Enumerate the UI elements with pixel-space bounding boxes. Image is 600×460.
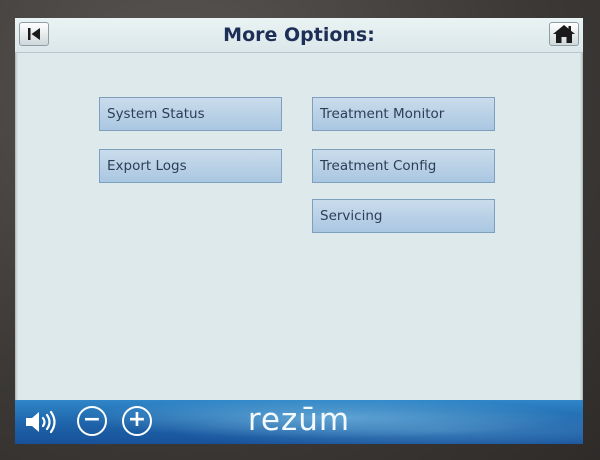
header-bar: More Options:: [15, 18, 583, 53]
brand-logo: rezūm: [247, 402, 351, 438]
system-status-button[interactable]: System Status: [99, 97, 282, 131]
footer-bar: − + rezūm: [15, 400, 583, 444]
touch-screen: More Options: System Status Export Logs …: [15, 18, 583, 444]
export-logs-button[interactable]: Export Logs: [99, 149, 282, 183]
servicing-button[interactable]: Servicing: [312, 199, 495, 233]
page-title: More Options:: [223, 24, 375, 46]
device-bezel: More Options: System Status Export Logs …: [0, 0, 600, 460]
home-button[interactable]: [549, 22, 579, 46]
treatment-monitor-button[interactable]: Treatment Monitor: [312, 97, 495, 131]
treatment-config-button[interactable]: Treatment Config: [312, 149, 495, 183]
home-icon: [553, 25, 575, 43]
